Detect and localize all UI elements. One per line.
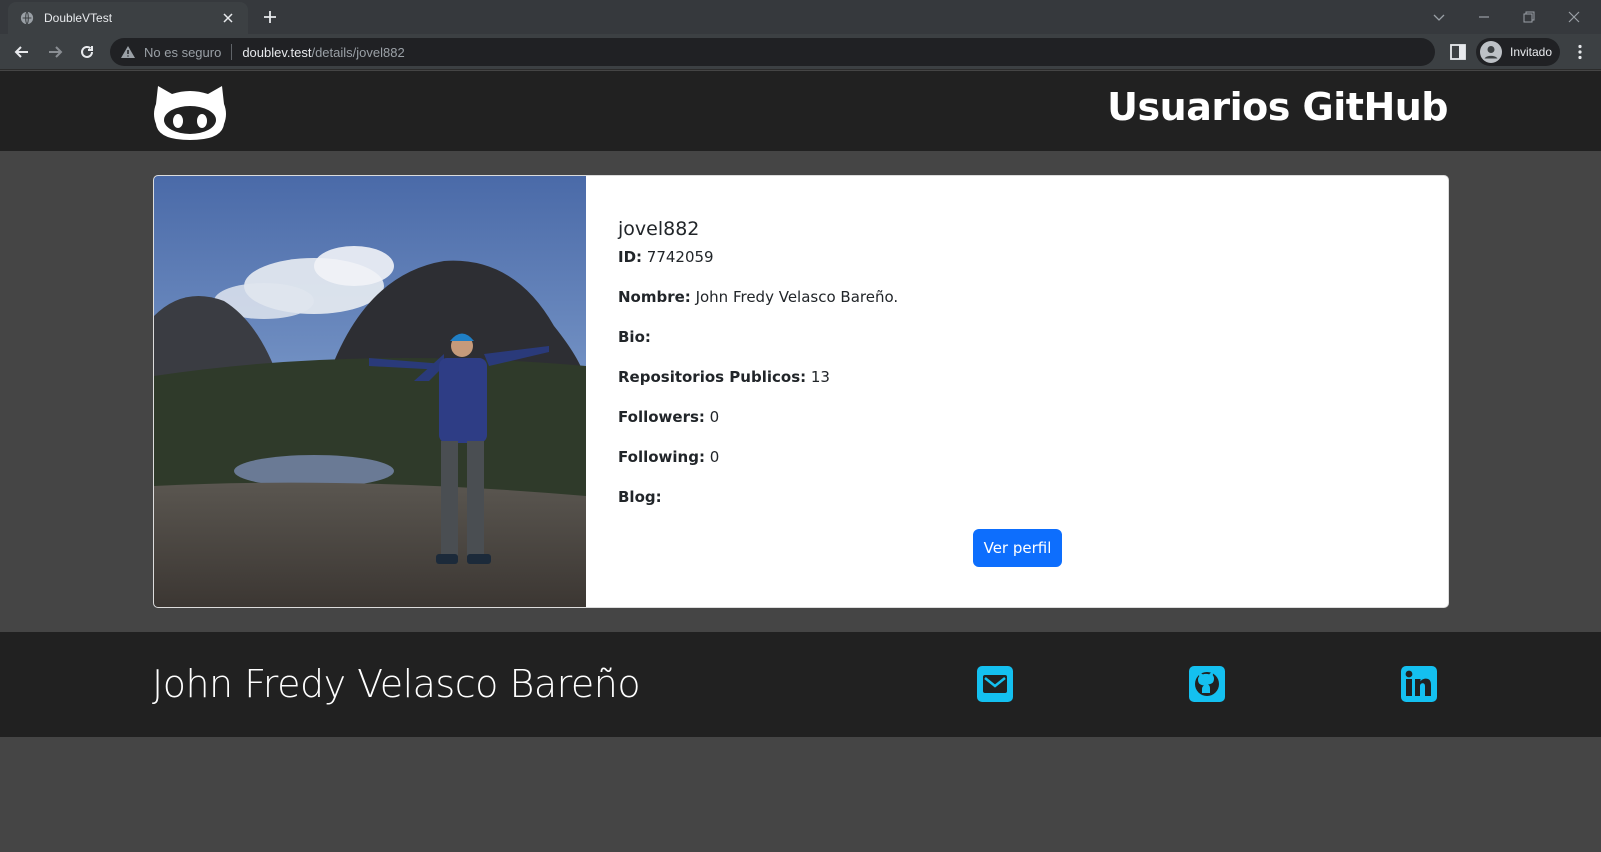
profile-label: Invitado [1510, 45, 1553, 59]
view-profile-button[interactable]: Ver perfil [973, 529, 1062, 567]
user-card: jovel882 ID: 7742059 Nombre: John Fredy … [153, 175, 1449, 608]
back-icon[interactable] [12, 42, 32, 62]
detail-followers: Followers: 0 [618, 408, 898, 427]
name-label: Nombre: [618, 288, 691, 306]
avatar-icon [1480, 41, 1502, 63]
id-value: 7742059 [642, 248, 714, 266]
omnibox-separator [231, 44, 233, 60]
user-details: jovel882 ID: 7742059 Nombre: John Fredy … [618, 218, 898, 528]
url-path[interactable]: /details/jovel882 [311, 45, 404, 60]
id-label: ID: [618, 248, 643, 266]
linkedin-icon[interactable] [1401, 666, 1437, 702]
repos-value: 13 [806, 368, 830, 386]
followers-label: Followers: [618, 408, 705, 426]
tab-title: DoubleVTest [44, 11, 113, 25]
username: jovel882 [618, 218, 700, 240]
page-title: Usuarios GitHub [1107, 85, 1448, 129]
detail-following: Following: 0 [618, 448, 898, 467]
globe-icon [20, 11, 34, 25]
detail-repos: Repositorios Publicos: 13 [618, 368, 898, 387]
repos-label: Repositorios Publicos: [618, 368, 807, 386]
address-bar[interactable]: No es seguro doublev.test/details/jovel8… [110, 38, 1435, 66]
forward-icon[interactable] [45, 42, 65, 62]
url-host[interactable]: doublev.test [242, 45, 311, 60]
detail-id: ID: 7742059 [618, 248, 898, 267]
new-tab-icon[interactable] [261, 8, 279, 26]
browser-tab-bar: DoubleVTest [0, 0, 1601, 34]
security-label[interactable]: No es seguro [144, 45, 221, 60]
page-bottom-area [0, 737, 1601, 852]
site-header: Usuarios GitHub [0, 71, 1601, 151]
warning-icon[interactable] [120, 44, 136, 60]
user-photo [154, 176, 586, 607]
browser-toolbar: No es seguro doublev.test/details/jovel8… [0, 34, 1601, 70]
bio-label: Bio: [618, 328, 651, 346]
github-icon[interactable] [1189, 666, 1225, 702]
footer-name: John Fredy Velasco Bareño [152, 662, 641, 706]
more-options-icon[interactable] [1571, 43, 1589, 61]
following-label: Following: [618, 448, 705, 466]
mail-icon[interactable] [977, 666, 1013, 702]
browser-tab[interactable]: DoubleVTest [8, 2, 248, 34]
name-value: John Fredy Velasco Bareño. [690, 288, 899, 306]
reload-icon[interactable] [77, 42, 97, 62]
side-panel-icon[interactable] [1449, 43, 1467, 61]
chevron-down-icon[interactable] [1430, 8, 1448, 26]
window-close-icon[interactable] [1565, 8, 1583, 26]
following-value: 0 [704, 448, 720, 466]
detail-name: Nombre: John Fredy Velasco Bareño. [618, 288, 898, 307]
blog-label: Blog: [618, 488, 662, 506]
minimize-icon[interactable] [1475, 8, 1493, 26]
close-icon[interactable] [220, 10, 236, 26]
detail-blog: Blog: [618, 488, 898, 507]
detail-bio: Bio: [618, 328, 898, 347]
restore-icon[interactable] [1520, 8, 1538, 26]
followers-value: 0 [704, 408, 720, 426]
octocat-logo-icon[interactable] [152, 80, 228, 142]
profile-button[interactable]: Invitado [1476, 38, 1560, 66]
site-footer: John Fredy Velasco Bareño [0, 632, 1601, 737]
